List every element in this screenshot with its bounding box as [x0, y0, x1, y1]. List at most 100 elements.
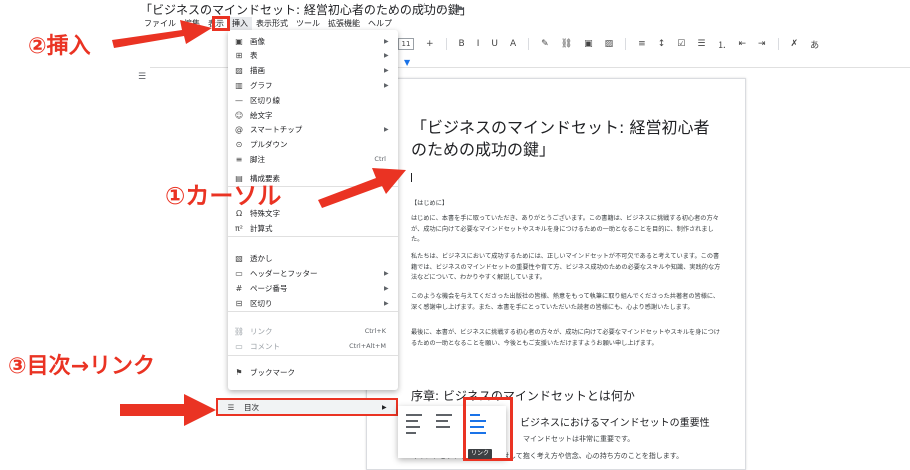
menu-item-header-footer[interactable]: ▭ ヘッダーとフッター ▶	[228, 266, 398, 280]
menu-item-smart-chip[interactable]: @ スマートチップ ▶	[228, 122, 398, 136]
menu-item-label: 区切り線	[250, 95, 280, 105]
star-icon[interactable]: ☆	[420, 2, 429, 13]
chapter-heading: 序章: ビジネスのマインドセットとは何か	[411, 389, 635, 403]
menu-divider	[228, 236, 398, 237]
submenu-arrow-icon: ▶	[384, 37, 389, 45]
body-line: マインドセットは非常に重要です。	[523, 435, 635, 443]
line-spacing-icon[interactable]: ↕	[658, 39, 666, 49]
cloud-status-icon[interactable]: ☁	[454, 2, 464, 13]
link-icon[interactable]: ⛓	[561, 39, 572, 49]
font-size-input[interactable]: 11	[398, 38, 414, 50]
tooltip: リンク	[468, 449, 492, 459]
toolbar-separator	[777, 38, 779, 50]
toc-option-dotted[interactable]	[436, 412, 454, 440]
link-icon: ⛓	[233, 326, 245, 336]
menu-item-shortcut: Ctrl+K	[364, 327, 386, 335]
menu-item-link[interactable]: ⛓ リンク Ctrl+K	[228, 324, 398, 338]
toc-icon: ☰	[227, 402, 235, 412]
menu-7[interactable]: ヘルプ	[364, 17, 396, 31]
menu-item-label: プルダウン	[250, 139, 288, 149]
menu-item-emoji[interactable]: ☺ 絵文字	[228, 108, 398, 122]
menu-item-watermark[interactable]: ▧ 透かし	[228, 251, 398, 265]
menu-item-shortcut: Ctrl+Alt+M	[349, 342, 386, 350]
menu-item-dropdown[interactable]: ⊙ プルダウン	[228, 137, 398, 151]
menu-5[interactable]: ツール	[292, 17, 324, 31]
bold-icon[interactable]: B	[459, 39, 465, 49]
plus-icon[interactable]: +	[426, 39, 434, 49]
bullet-list-icon[interactable]: ☰	[697, 39, 705, 49]
comment-icon: ▭	[235, 341, 243, 351]
menu-item-label: 画像	[250, 36, 265, 46]
highlight-icon[interactable]: ✎	[541, 39, 549, 49]
annotation-insert: ②挿入	[28, 34, 91, 59]
bookmark-icon: ⚑	[235, 367, 243, 377]
italic-icon[interactable]: I	[477, 39, 480, 49]
menu-6[interactable]: 拡張機能	[324, 17, 364, 31]
menu-item-table[interactable]: ⊞ 表 ▶	[228, 48, 398, 62]
menu-item-page-number[interactable]: # ページ番号 ▶	[228, 281, 398, 295]
menu-item-image[interactable]: ▣ 画像 ▶	[228, 34, 398, 48]
menu-3[interactable]: 挿入	[228, 17, 252, 31]
menu-item-drawing[interactable]: ▨ 描画 ▶	[228, 63, 398, 77]
section-label: 【はじめに】	[411, 200, 449, 207]
footnote-icon: ≡	[235, 154, 243, 164]
menu-item-label: 区切り	[250, 298, 273, 308]
numbered-list-icon[interactable]: ⒈	[717, 38, 726, 51]
annotation-cursor: ①カーソル	[165, 182, 282, 210]
submenu-arrow-icon: ▶	[384, 66, 389, 74]
toolbar-separator	[445, 38, 447, 50]
text-cursor	[411, 173, 412, 182]
page-number-icon: #	[235, 283, 243, 293]
menu-item-bookmark[interactable]: ⚑ ブックマーク	[228, 365, 398, 379]
image-icon: ▣	[235, 36, 243, 46]
annotation-toc-link: ③目次→リンク	[8, 354, 156, 379]
image-icon[interactable]: ▨	[605, 39, 614, 49]
menu-item-chart[interactable]: ▥ グラフ ▶	[228, 78, 398, 92]
checklist-icon[interactable]: ☑	[677, 39, 685, 49]
menu-item-horizontal-line[interactable]: — 区切り線	[228, 93, 398, 107]
menu-item-table-of-contents[interactable]: ☰ 目次 ▶	[216, 398, 398, 416]
menu-divider	[228, 311, 398, 312]
menu-4[interactable]: 表示形式	[252, 17, 292, 31]
formatting-toolbar: 11 + B I U A ✎ ⛓ ▣ ▨ ≡ ↕ ☑ ☰ ⒈ ⇤ ⇥ ✗ あ	[398, 36, 910, 52]
document-heading: 「ビジネスのマインドセット: 経営初心者のための成功の鍵」	[411, 118, 710, 159]
paragraph: このような機会を与えてくださった出版社の皆様、熱意をもって執筆に取り組んでくださ…	[411, 293, 720, 311]
underline-icon[interactable]: U	[491, 39, 498, 49]
move-folder-icon[interactable]: ▭	[437, 2, 446, 13]
menu-item-equation[interactable]: π² 計算式	[228, 221, 398, 235]
menu-item-comment[interactable]: ▭ コメント Ctrl+Alt+M	[228, 339, 398, 353]
indent-decrease-icon[interactable]: ⇤	[738, 39, 746, 49]
document-outline-icon[interactable]: ☰	[138, 72, 146, 82]
text-color-icon[interactable]: A	[510, 39, 516, 49]
chart-icon: ▥	[235, 80, 243, 90]
annotation-arrow-icon	[120, 394, 216, 426]
align-icon[interactable]: ≡	[638, 39, 646, 49]
paragraph: 最後に、本書が、ビジネスに挑戦する初心者の方々が、成功に向けて必要なマインドセッ…	[411, 329, 720, 347]
menu-item-label: 計算式	[250, 223, 273, 233]
submenu-arrow-icon: ▶	[384, 269, 389, 277]
indent-marker-icon[interactable]: ▼	[404, 58, 410, 67]
horizontal-line-icon: —	[235, 95, 243, 105]
menu-item-label: コメント	[250, 341, 280, 351]
input-tools-icon[interactable]: あ	[810, 38, 819, 51]
clear-format-icon[interactable]: ✗	[791, 39, 799, 49]
indent-increase-icon[interactable]: ⇥	[758, 39, 766, 49]
paragraph: 私たちは、ビジネスにおいて成功するためには、正しいマインドセットが不可欠であると…	[411, 253, 721, 282]
toolbar-separator	[528, 38, 530, 50]
menu-item-label: ブックマーク	[250, 367, 295, 377]
menu-item-label: ヘッダーとフッター	[250, 268, 318, 278]
menu-item-label: 透かし	[250, 253, 273, 263]
submenu-arrow-icon: ▶	[384, 81, 389, 89]
submenu-arrow-icon: ▶	[384, 125, 389, 133]
annotation-arrow-icon	[318, 168, 406, 208]
toc-option-plain-text[interactable]	[406, 412, 424, 440]
comment-icon[interactable]: ▣	[584, 39, 593, 49]
table-icon: ⊞	[235, 50, 243, 60]
toolbar-separator	[625, 38, 627, 50]
menu-item-break[interactable]: ⊟ 区切り ▶	[228, 296, 398, 310]
annotation-arrow-icon	[112, 20, 212, 48]
menu-item-label: スマートチップ	[250, 124, 303, 134]
header-footer-icon: ▭	[235, 268, 243, 278]
break-icon: ⊟	[235, 298, 243, 308]
menu-item-label: ページ番号	[250, 283, 288, 293]
